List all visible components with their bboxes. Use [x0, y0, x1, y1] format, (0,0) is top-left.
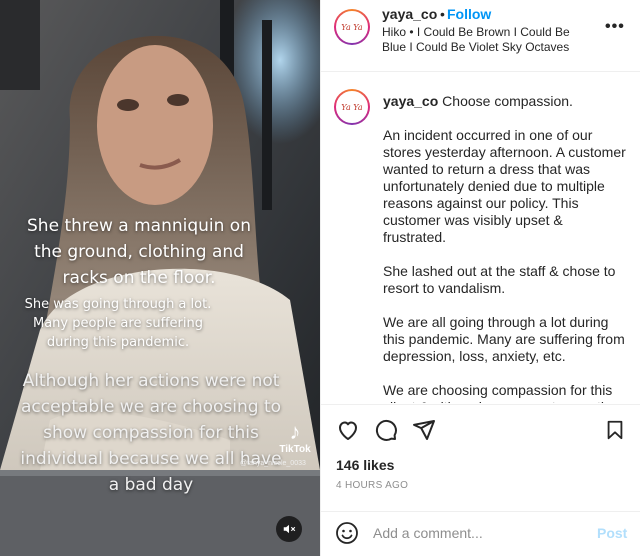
comment-form: Post — [321, 511, 640, 551]
comment-input[interactable] — [373, 521, 583, 545]
speaker-muted-icon — [283, 524, 296, 534]
like-button[interactable] — [335, 417, 361, 443]
caption-paragraph: We are choosing compassion for this clie… — [383, 382, 620, 403]
comment-button[interactable] — [373, 417, 399, 443]
avatar[interactable]: Ya Ya — [334, 9, 370, 45]
post-timestamp[interactable]: 4 HOURS AGO — [336, 480, 408, 491]
username-link[interactable]: yaya_co — [382, 6, 437, 22]
caption-text: yaya_co Choose compassion. An incident o… — [383, 93, 629, 403]
caption-avatar[interactable]: Ya Ya — [334, 89, 370, 125]
caption-first-paragraph: yaya_co Choose compassion. — [383, 93, 629, 110]
caption-scroll-area[interactable]: Ya Ya yaya_co Choose compassion. An inci… — [321, 73, 640, 403]
tiktok-watermark: ♪ TikTok @tanya_nicole_0033 — [240, 419, 320, 468]
action-bar: 146 likes 4 HOURS AGO Post — [321, 404, 640, 546]
caption-username-link[interactable]: yaya_co — [383, 93, 438, 109]
emoji-button[interactable] — [335, 521, 359, 545]
post-viewer: She threw a manniquin on the ground, clo… — [0, 0, 640, 556]
avatar-logo-text: Ya Ya — [336, 11, 368, 43]
post-header: Ya Ya yaya_co • Follow Hiko • I Could Be… — [321, 0, 640, 72]
caption-first-line: Choose compassion. — [442, 93, 573, 109]
mute-button[interactable] — [276, 516, 302, 542]
tiktok-handle: @tanya_nicole_0033 — [240, 460, 306, 467]
caption-paragraph: We are all going through a lot during th… — [383, 314, 625, 364]
avatar-logo-text: Ya Ya — [336, 91, 368, 123]
paper-plane-icon — [413, 420, 435, 440]
caption-paragraph: An incident occurred in one of our store… — [383, 127, 626, 245]
smiley-icon — [336, 522, 358, 544]
ellipsis-icon[interactable]: ••• — [605, 18, 625, 36]
comment-bubble-icon — [375, 419, 397, 441]
overlay-caption-1: She threw a manniquin on the ground, clo… — [27, 216, 251, 288]
tiktok-label: TikTok — [279, 444, 311, 455]
tiktok-logo-icon: ♪ — [289, 419, 301, 444]
caption-paragraph: She lashed out at the staff & chose to r… — [383, 263, 616, 296]
follow-button[interactable]: Follow — [447, 6, 491, 22]
video-player[interactable]: She threw a manniquin on the ground, clo… — [0, 0, 320, 556]
post-panel: Ya Ya yaya_co • Follow Hiko • I Could Be… — [320, 0, 640, 556]
likes-count[interactable]: 146 likes — [336, 457, 394, 473]
separator-dot: • — [440, 6, 445, 22]
bookmark-icon — [607, 420, 623, 440]
overlay-caption-2: She was going through a lot. Many people… — [24, 297, 212, 350]
heart-icon — [339, 421, 357, 440]
post-comment-button[interactable]: Post — [597, 525, 627, 541]
audio-track-link[interactable]: Hiko • I Could Be Brown I Could Be Blue … — [382, 25, 590, 55]
save-button[interactable] — [602, 417, 628, 443]
share-button[interactable] — [411, 417, 437, 443]
